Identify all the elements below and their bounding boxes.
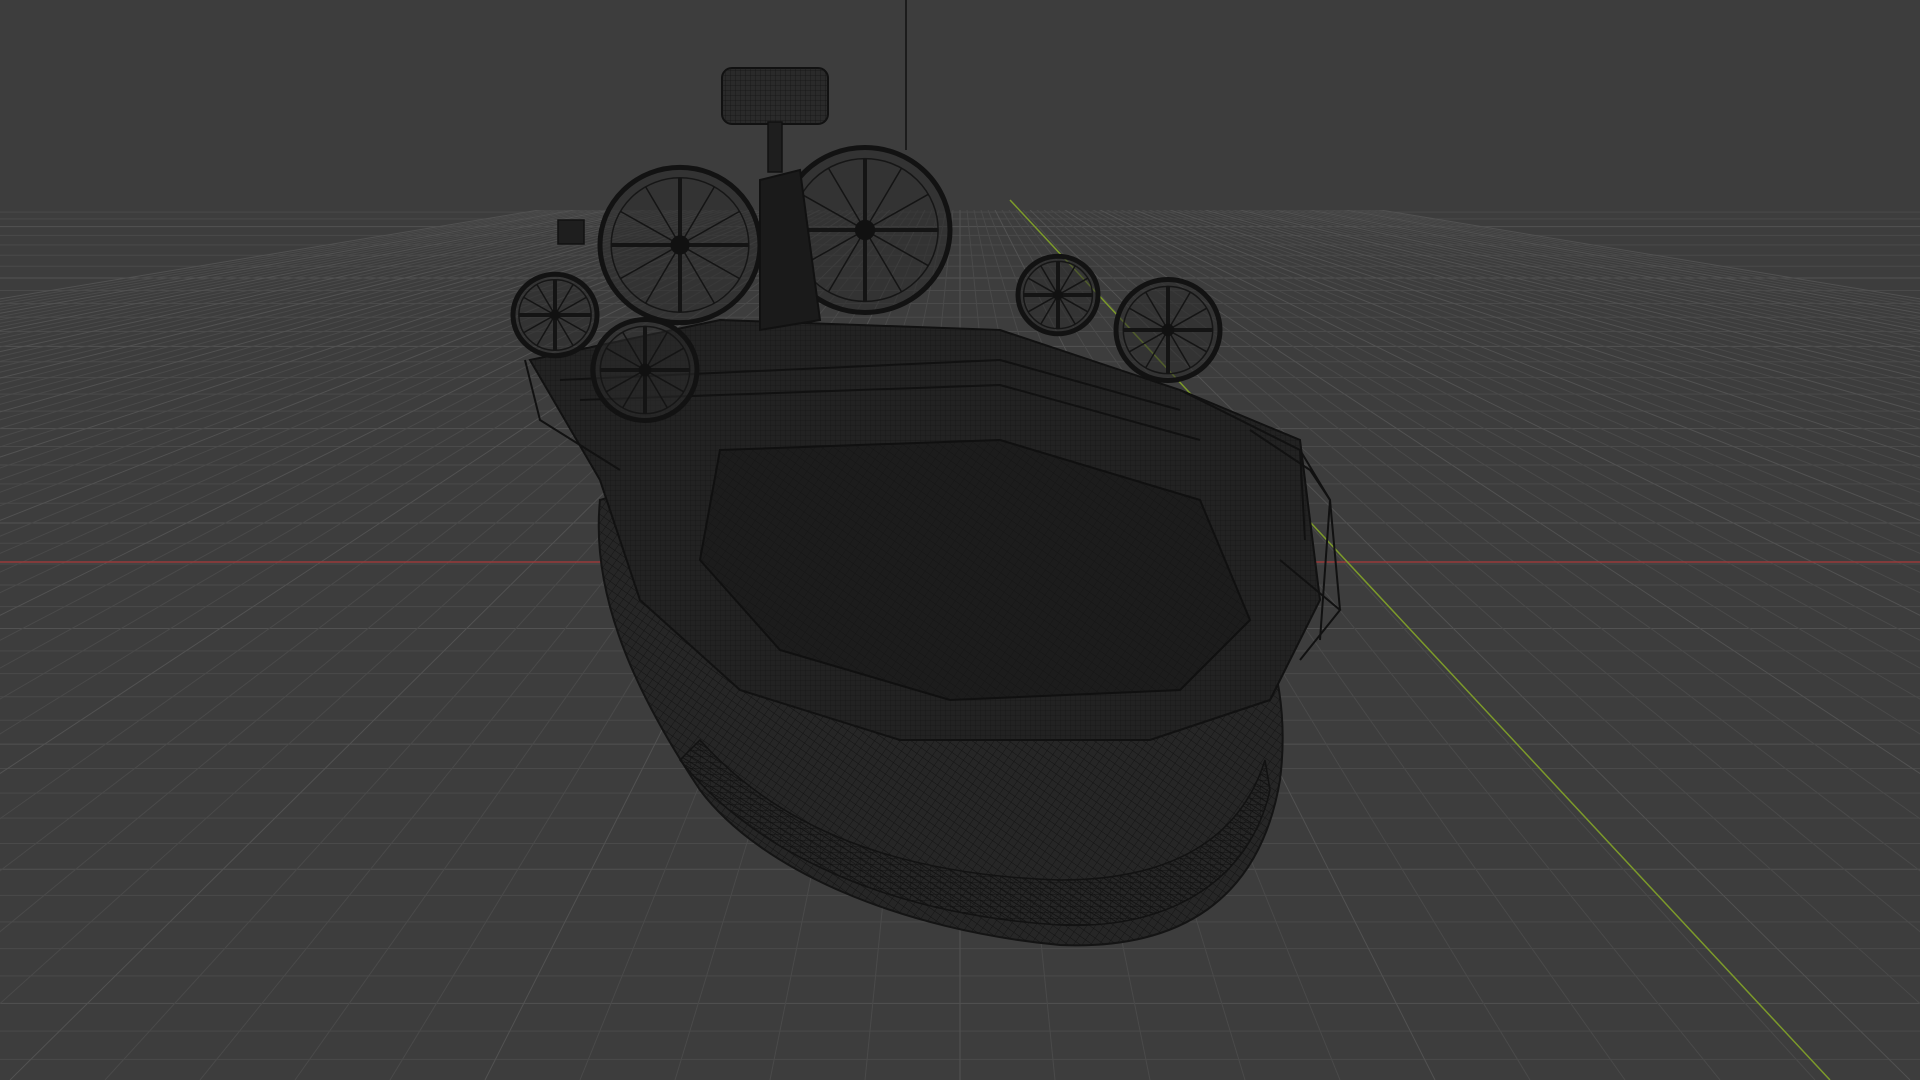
fan-6 (1113, 277, 1223, 383)
viewport-canvas[interactable] (0, 0, 1920, 1080)
grid-line (0, 199, 703, 362)
fan-1 (597, 164, 763, 326)
grid-line (1259, 199, 1920, 332)
grid-line (1253, 199, 1920, 335)
sensor-box (557, 219, 585, 245)
3d-viewport[interactable] (0, 0, 1920, 1080)
grid-line (1217, 199, 1920, 362)
grid-line (1295, 199, 1920, 311)
fan-4 (590, 317, 700, 423)
grid-line (1271, 199, 1920, 324)
horizon-backdrop (0, 0, 1920, 210)
grid-line (1229, 199, 1920, 353)
grid-line (1301, 199, 1920, 308)
grid-line (1283, 199, 1920, 317)
fan-5 (1015, 253, 1101, 337)
fan-3 (510, 271, 600, 359)
grid-line (1307, 199, 1920, 305)
